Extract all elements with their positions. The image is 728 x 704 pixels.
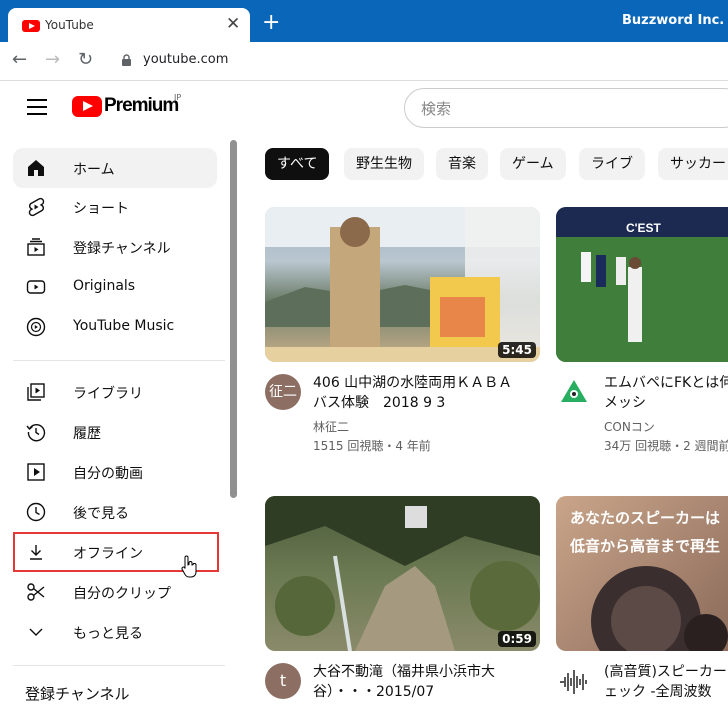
menu-icon[interactable] <box>27 99 47 115</box>
download-icon <box>30 545 42 560</box>
sidebar-item-label: Originals <box>73 278 136 294</box>
home-icon <box>28 160 44 176</box>
sidebar-divider <box>13 665 225 666</box>
sidebar-item-label: 登録チャンネル <box>73 241 171 257</box>
thumbnail-image: C'EST <box>556 207 728 362</box>
sidebar-item-show-more[interactable]: もっと見る <box>13 612 217 652</box>
tab-close-button[interactable]: ✕ <box>226 14 240 34</box>
video-thumbnail[interactable]: C'EST <box>556 207 728 362</box>
chip-live[interactable]: ライブ <box>579 148 645 180</box>
thumbnail-overlay-text: あなたのスピーカーは <box>570 509 720 527</box>
video-channel[interactable]: 林征二 <box>313 418 349 437</box>
shorts-icon <box>28 197 45 217</box>
sidebar-item-label: ショート <box>73 201 129 217</box>
sidebar-item-label: 自分のクリップ <box>73 586 171 602</box>
logo-text[interactable]: Premium <box>104 95 179 117</box>
sidebar-item-shorts[interactable]: ショート <box>13 187 217 227</box>
chevron-down-icon <box>29 628 43 636</box>
sidebar-item-label: オフライン <box>73 546 143 562</box>
video-stats: 1515 回視聴・4 年前 <box>313 439 431 453</box>
video-thumbnail[interactable]: 5:45 <box>265 207 540 362</box>
back-button[interactable]: ← <box>12 50 27 70</box>
reload-button[interactable]: ↻ <box>78 50 93 70</box>
chip-all[interactable]: すべて <box>265 148 330 180</box>
svg-text:C'EST: C'EST <box>626 221 662 235</box>
sidebar-item-originals[interactable]: Originals <box>13 267 217 307</box>
sidebar-item-label: ホーム <box>73 162 115 178</box>
address-bar: ← → ↻ youtube.com <box>0 42 728 81</box>
chip-soccer[interactable]: サッカー <box>658 148 728 180</box>
lock-icon <box>122 54 131 66</box>
youtube-logo-icon[interactable] <box>72 96 102 117</box>
sidebar-item-library[interactable]: ライブラリ <box>13 372 217 412</box>
library-icon <box>27 383 45 401</box>
video-title[interactable]: 大谷不動滝（福井県小浜市大谷）・・・2015/07 <box>313 662 523 702</box>
browser-titlebar: YouTube ✕ + Buzzword Inc. <box>0 0 728 44</box>
sidebar-item-label: 自分の動画 <box>73 466 143 482</box>
sidebar-item-history[interactable]: 履歴 <box>13 412 217 452</box>
chip-wildlife[interactable]: 野生生物 <box>344 148 424 180</box>
chip-music[interactable]: 音楽 <box>436 148 488 180</box>
url-field[interactable]: youtube.com <box>143 52 228 67</box>
browser-tab[interactable]: YouTube ✕ <box>8 8 250 44</box>
sidebar-divider <box>13 360 225 361</box>
tab-title: YouTube <box>45 18 94 32</box>
sidebar-scrollbar[interactable] <box>230 140 237 498</box>
my-videos-icon <box>27 463 45 481</box>
sidebar-item-youtube-music[interactable]: YouTube Music <box>13 307 217 347</box>
channel-avatar-icon[interactable] <box>557 374 591 408</box>
video-thumbnail[interactable]: あなたのスピーカーは 低音から高音まで再生 <box>556 496 728 651</box>
subscriptions-icon <box>27 238 45 256</box>
video-thumbnail[interactable]: 0:59 <box>265 496 540 651</box>
channel-avatar[interactable]: t <box>265 663 301 699</box>
thumbnail-image <box>265 496 540 651</box>
clips-icon <box>27 583 45 601</box>
sidebar-item-label: YouTube Music <box>73 318 175 334</box>
channel-avatar[interactable]: 征二 <box>265 374 301 410</box>
sidebar-item-watch-later[interactable]: 後で見る <box>13 492 217 532</box>
video-stats: 34万 回視聴・2 週間前 <box>604 439 728 453</box>
sidebar-section-title: 登録チャンネル <box>25 685 130 703</box>
sidebar-item-label: 履歴 <box>73 426 101 442</box>
youtube-favicon-icon <box>22 20 40 32</box>
thumbnail-overlay-text: 低音から高音まで再生 <box>569 537 720 555</box>
history-icon <box>26 424 46 442</box>
sidebar-item-label: 後で見る <box>73 506 129 522</box>
waveform-icon[interactable] <box>557 665 591 699</box>
video-title[interactable]: (高音質)スピーカー ェック -全周波数 <box>604 662 728 702</box>
logo-region: JP <box>174 93 182 102</box>
watch-later-icon <box>26 502 46 522</box>
sidebar-item-my-videos[interactable]: 自分の動画 <box>13 452 217 492</box>
sidebar-item-label: もっと見る <box>73 626 143 642</box>
forward-button[interactable]: → <box>45 50 60 70</box>
sidebar-item-label: ライブラリ <box>73 386 143 402</box>
chip-games[interactable]: ゲーム <box>500 148 566 180</box>
new-tab-button[interactable]: + <box>262 12 280 34</box>
thumbnail-image <box>265 207 540 362</box>
video-title[interactable]: 406 山中湖の水陸両用ＫＡＢＡバス体験 2018 9 3 <box>313 373 523 413</box>
video-duration: 5:45 <box>498 342 536 358</box>
search-input[interactable]: 検索 <box>404 88 728 128</box>
music-icon <box>26 317 46 337</box>
browser-profile-label: Buzzword Inc. <box>622 13 725 28</box>
sidebar-item-subscriptions[interactable]: 登録チャンネル <box>13 227 217 267</box>
video-title[interactable]: エムバペにFKとは何 メッシ <box>604 373 728 413</box>
video-duration: 0:59 <box>498 631 536 647</box>
originals-icon <box>26 280 46 294</box>
hand-cursor-icon <box>181 555 197 578</box>
search-placeholder: 検索 <box>421 100 452 118</box>
thumbnail-image: あなたのスピーカーは 低音から高音まで再生 <box>569 509 728 651</box>
video-channel[interactable]: CONコン <box>604 418 655 437</box>
sidebar-item-home[interactable]: ホーム <box>13 148 217 188</box>
